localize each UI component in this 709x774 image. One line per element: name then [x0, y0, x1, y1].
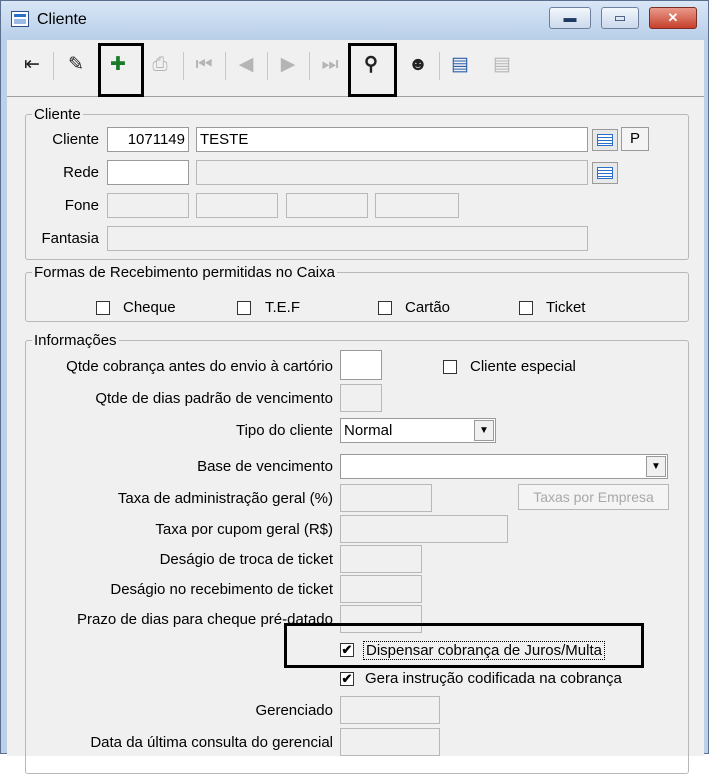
formas-group-legend: Formas de Recebimento permitidas no Caix…: [34, 264, 335, 281]
person-icon: ☻: [408, 54, 428, 75]
first-record-icon: ⏮: [195, 54, 213, 75]
tipo-cliente-label: Tipo do cliente: [235, 422, 333, 439]
gera-instrucao-label: Gera instrução codificada na cobrança: [365, 670, 622, 687]
prev-record-icon: ◀: [238, 54, 254, 75]
fone-field-3[interactable]: [286, 193, 368, 218]
person-button[interactable]: ☻: [403, 50, 433, 80]
maximize-button[interactable]: ▭: [601, 7, 639, 29]
base-vencimento-select[interactable]: ▼: [340, 454, 668, 479]
exit-icon: ⇤: [24, 54, 40, 75]
rede-lookup-button[interactable]: [592, 162, 618, 184]
fantasia-label: Fantasia: [41, 230, 99, 247]
gera-instrucao-checkbox[interactable]: ✔: [340, 672, 354, 686]
taxa-cupom-label: Taxa por cupom geral (R$): [155, 521, 333, 538]
desagio-troca-field[interactable]: [340, 545, 422, 573]
next-record-icon: ▶: [280, 54, 296, 75]
close-button[interactable]: ✕: [649, 7, 697, 29]
list-icon: [597, 167, 613, 179]
data-consulta-field[interactable]: [340, 728, 440, 756]
dropdown-arrow-icon: ▼: [474, 420, 494, 441]
cliente-group-legend: Cliente: [34, 106, 81, 123]
desagio-troca-label: Deságio de troca de ticket: [159, 551, 333, 568]
cliente-lookup-button[interactable]: [592, 129, 618, 151]
qtde-cobranca-field[interactable]: [340, 350, 382, 380]
window-title: Cliente: [37, 11, 87, 28]
save-icon: ⎙: [152, 54, 168, 75]
taxa-adm-label: Taxa de administração geral (%): [117, 490, 333, 507]
report-button[interactable]: ▤: [445, 50, 475, 80]
first-record-button[interactable]: ⏮: [189, 50, 219, 80]
toolbar-separator: [267, 52, 268, 80]
document-icon: ▤: [451, 54, 469, 75]
qtde-cobranca-label: Qtde cobrança antes do envio à cartório: [66, 358, 333, 375]
prev-record-button[interactable]: ◀: [231, 50, 261, 80]
gerenciado-label: Gerenciado: [255, 702, 333, 719]
taxas-empresa-button[interactable]: Taxas por Empresa: [518, 484, 669, 510]
base-vencimento-label: Base de vencimento: [197, 458, 333, 475]
cheque-checkbox[interactable]: [96, 301, 110, 315]
toolbar-separator: [225, 52, 226, 80]
informacoes-group-legend: Informações: [34, 332, 117, 349]
cliente-code-field[interactable]: 1071149: [107, 127, 189, 152]
cliente-label: Cliente: [52, 131, 99, 148]
tipo-cliente-value: Normal: [344, 422, 393, 439]
rede-name-field: [196, 160, 588, 185]
taxa-adm-field[interactable]: [340, 484, 432, 512]
cliente-especial-label: Cliente especial: [470, 358, 576, 375]
list-icon: [597, 134, 613, 146]
next-record-button[interactable]: ▶: [273, 50, 303, 80]
ticket-checkbox[interactable]: [519, 301, 533, 315]
cliente-especial-checkbox[interactable]: [443, 360, 457, 374]
last-record-button[interactable]: ⏭: [315, 50, 345, 80]
rede-code-field[interactable]: [107, 160, 189, 185]
toolbar-separator: [439, 52, 440, 80]
data-consulta-label: Data da última consulta do gerencial: [90, 734, 333, 751]
toolbar-separator: [183, 52, 184, 80]
gerenciado-field[interactable]: [340, 696, 440, 724]
tipo-cliente-select[interactable]: Normal ▼: [340, 418, 496, 443]
document-disabled-icon: ▤: [493, 54, 511, 75]
cartao-checkbox[interactable]: [378, 301, 392, 315]
toolbar-separator: [53, 52, 54, 80]
title-bar: Cliente ▬ ▭ ✕: [1, 1, 708, 39]
tef-label: T.E.F: [265, 299, 301, 316]
last-record-icon: ⏭: [321, 54, 339, 75]
desagio-recebimento-label: Deságio no recebimento de ticket: [110, 581, 333, 598]
qtde-dias-label: Qtde de dias padrão de vencimento: [95, 390, 333, 407]
highlight-add-button: [98, 43, 144, 97]
cartao-label: Cartão: [405, 299, 451, 316]
fone-field-2[interactable]: [196, 193, 278, 218]
rede-label: Rede: [63, 164, 99, 181]
save-button[interactable]: ⎙: [145, 50, 175, 80]
desagio-recebimento-field[interactable]: [340, 575, 422, 603]
cliente-name-field[interactable]: TESTE: [196, 127, 588, 152]
ticket-label: Ticket: [546, 299, 586, 316]
fone-field-4[interactable]: [375, 193, 459, 218]
highlight-dispensar-option: [284, 623, 644, 668]
report-disabled-button[interactable]: ▤: [487, 50, 517, 80]
qtde-dias-field[interactable]: [340, 384, 382, 412]
tef-checkbox[interactable]: [237, 301, 251, 315]
cliente-window: Cliente ▬ ▭ ✕ ⇤ ✎ ✚ ⎙ ⏮ ◀ ▶ ⏭ ⚲ ☻ ▤ ▤ Cl…: [0, 0, 709, 774]
taxa-cupom-field[interactable]: [340, 515, 508, 543]
highlight-search-button: [348, 43, 397, 97]
minimize-button[interactable]: ▬: [549, 7, 591, 29]
fone-label: Fone: [64, 197, 99, 214]
exit-button[interactable]: ⇤: [17, 50, 47, 80]
edit-button[interactable]: ✎: [61, 50, 91, 80]
toolbar-separator: [309, 52, 310, 80]
cheque-label: Cheque: [123, 299, 176, 316]
p-button[interactable]: P: [621, 127, 649, 151]
fone-field-1[interactable]: [107, 193, 189, 218]
fantasia-field[interactable]: [107, 226, 588, 251]
dropdown-arrow-icon: ▼: [646, 456, 666, 477]
edit-icon: ✎: [68, 54, 84, 75]
window-app-icon: [11, 11, 29, 27]
